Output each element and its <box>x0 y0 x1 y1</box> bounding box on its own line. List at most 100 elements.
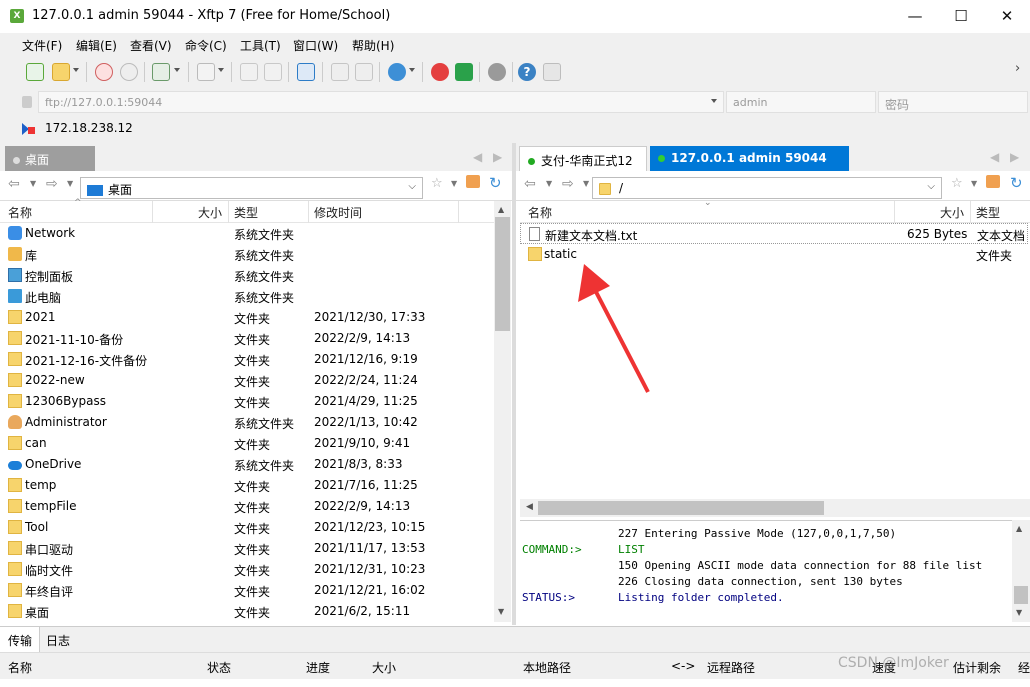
table-row[interactable]: Network 系统文件夹 <box>0 223 494 244</box>
table-row[interactable]: 年终自评 文件夹 2021/12/21, 16:02 <box>0 580 494 601</box>
terminal-dropdown-icon[interactable] <box>218 68 224 72</box>
menu-edit[interactable]: 编辑(E) <box>76 37 117 54</box>
scroll-left-icon[interactable]: ◀ <box>526 502 533 512</box>
table-row[interactable]: Tool 文件夹 2021/12/23, 10:15 <box>0 517 494 538</box>
forward-arrow-icon[interactable]: ⇨ <box>46 176 58 192</box>
transfer-col-size[interactable]: 大小 <box>372 659 396 676</box>
transfer-col-name[interactable]: 名称 <box>8 659 32 676</box>
password-input[interactable]: 密码 <box>878 91 1028 113</box>
new-transfer-icon[interactable] <box>152 63 170 81</box>
column-modified[interactable]: 修改时间 <box>314 204 362 221</box>
disconnect-icon[interactable] <box>120 63 138 81</box>
host-address-input[interactable]: ftp://127.0.0.1:59044 <box>38 91 724 113</box>
log-scrollbar-thumb[interactable] <box>1014 586 1028 604</box>
table-row[interactable]: 2022-new 文件夹 2022/2/24, 11:24 <box>0 370 494 391</box>
globe-dropdown-icon[interactable] <box>409 68 415 72</box>
open-folder-icon[interactable] <box>52 63 70 81</box>
forward-arrow-icon[interactable]: ⇨ <box>562 176 574 192</box>
transfer-col-remote-path[interactable]: 远程路径 <box>707 659 755 676</box>
table-row[interactable]: temp 文件夹 2021/7/16, 11:25 <box>0 475 494 496</box>
table-row[interactable]: 串口驱动 文件夹 2021/11/17, 13:53 <box>0 538 494 559</box>
right-h-scrollbar-thumb[interactable] <box>538 501 824 515</box>
transfer-col-local-path[interactable]: 本地路径 <box>523 659 571 676</box>
menu-tools[interactable]: 工具(T) <box>240 37 281 54</box>
path-dropdown-icon[interactable]: ⌵ <box>408 181 416 192</box>
column-name[interactable]: 名称 <box>528 204 552 221</box>
log-scrollbar[interactable]: ▲ ▼ <box>1012 520 1030 622</box>
back-arrow-icon[interactable]: ⇦ <box>8 176 20 192</box>
globe-icon[interactable] <box>388 63 406 81</box>
tab-scroll-right-icon[interactable]: ▶ <box>493 150 502 164</box>
table-row[interactable]: 12306Bypass 文件夹 2021/4/29, 11:25 <box>0 391 494 412</box>
back-dropdown-icon[interactable]: ▼ <box>30 179 36 188</box>
scroll-down-icon[interactable]: ▼ <box>498 607 504 616</box>
column-name[interactable]: 名称 <box>8 204 32 221</box>
help-icon[interactable]: ? <box>518 63 536 81</box>
left-path-input[interactable]: 桌面 ⌵ <box>80 177 423 199</box>
column-type[interactable]: 类型 <box>976 204 1000 221</box>
table-row[interactable]: 新建文本文档.txt 625 Bytes 文本文档 <box>520 223 1028 244</box>
table-row[interactable]: OneDrive 系统文件夹 2021/8/3, 8:33 <box>0 454 494 475</box>
tab-scroll-right-icon[interactable]: ▶ <box>1010 150 1019 164</box>
gear-icon[interactable] <box>488 63 506 81</box>
transfer-dropdown-icon[interactable] <box>174 68 180 72</box>
transfer-col-status[interactable]: 状态 <box>207 659 231 676</box>
minimize-button[interactable]: — <box>892 0 938 33</box>
menu-command[interactable]: 命令(C) <box>185 37 227 54</box>
menu-file[interactable]: 文件(F) <box>22 37 62 54</box>
open-dropdown-icon[interactable] <box>73 68 79 72</box>
column-type[interactable]: 类型 <box>234 204 258 221</box>
table-row[interactable]: 控制面板 系统文件夹 <box>0 265 494 286</box>
favorite-dropdown-icon[interactable]: ▼ <box>451 179 457 188</box>
refresh-icon[interactable]: ↻ <box>1010 174 1023 192</box>
transfer-col-direction[interactable]: <-> <box>671 659 695 673</box>
upload-icon[interactable] <box>240 63 258 81</box>
toolbar-overflow-icon[interactable]: › <box>1015 61 1030 83</box>
home-folder-icon[interactable] <box>986 175 1000 188</box>
left-scrollbar-thumb[interactable] <box>495 217 510 331</box>
terminal-icon[interactable] <box>197 63 215 81</box>
menu-view[interactable]: 查看(V) <box>130 37 172 54</box>
tab-scroll-left-icon[interactable]: ◀ <box>473 150 482 164</box>
session-host[interactable]: 172.18.238.12 <box>45 121 133 135</box>
path-dropdown-icon[interactable]: ⌵ <box>927 181 935 192</box>
forward-dropdown-icon[interactable]: ▼ <box>67 179 73 188</box>
transfer-col-progress[interactable]: 进度 <box>306 659 330 676</box>
left-scrollbar[interactable]: ▲ ▼ <box>494 201 511 622</box>
right-h-scrollbar[interactable]: ◀ <box>520 499 1030 517</box>
transfer-col-elapsed[interactable]: 经 <box>1018 659 1030 676</box>
forward-dropdown-icon[interactable]: ▼ <box>583 179 589 188</box>
host-dropdown-icon[interactable] <box>711 99 717 103</box>
favorite-star-icon[interactable]: ☆ <box>951 176 963 191</box>
paste-icon[interactable] <box>355 63 373 81</box>
column-size[interactable]: 大小 <box>198 204 222 221</box>
home-folder-icon[interactable] <box>466 175 480 188</box>
connect-icon[interactable] <box>95 63 113 81</box>
tab-log[interactable]: 日志 <box>46 632 70 649</box>
close-button[interactable]: ✕ <box>984 0 1030 33</box>
scroll-up-icon[interactable]: ▲ <box>498 205 504 214</box>
table-row[interactable]: 库 系统文件夹 <box>0 244 494 265</box>
column-size[interactable]: 大小 <box>940 204 964 221</box>
table-row[interactable]: 桌面 文件夹 2021/6/2, 15:11 <box>0 601 494 622</box>
transfer-col-eta[interactable]: 估计剩余 <box>953 659 1001 676</box>
favorite-dropdown-icon[interactable]: ▼ <box>971 179 977 188</box>
tab-transfer[interactable]: 传输 <box>0 627 40 652</box>
pane-splitter[interactable] <box>512 143 516 625</box>
download-icon[interactable] <box>264 63 282 81</box>
table-row[interactable]: can 文件夹 2021/9/10, 9:41 <box>0 433 494 454</box>
username-input[interactable]: admin <box>726 91 876 113</box>
xshell-icon[interactable] <box>431 63 449 81</box>
menu-help[interactable]: 帮助(H) <box>352 37 394 54</box>
maximize-button[interactable]: ☐ <box>938 0 984 33</box>
table-row[interactable]: Administrator 系统文件夹 2022/1/13, 10:42 <box>0 412 494 433</box>
new-session-icon[interactable] <box>26 63 44 81</box>
tab-payment-south[interactable]: 支付-华南正式12 <box>519 146 647 171</box>
table-row[interactable]: 2021 文件夹 2021/12/30, 17:33 <box>0 307 494 328</box>
tab-local-desktop[interactable]: 桌面 <box>5 146 95 171</box>
chat-icon[interactable] <box>543 63 561 81</box>
table-row[interactable]: 此电脑 系统文件夹 <box>0 286 494 307</box>
table-row[interactable]: 2021-12-16-文件备份 文件夹 2021/12/16, 9:19 <box>0 349 494 370</box>
copy-icon[interactable] <box>331 63 349 81</box>
scroll-up-icon[interactable]: ▲ <box>1016 524 1022 533</box>
